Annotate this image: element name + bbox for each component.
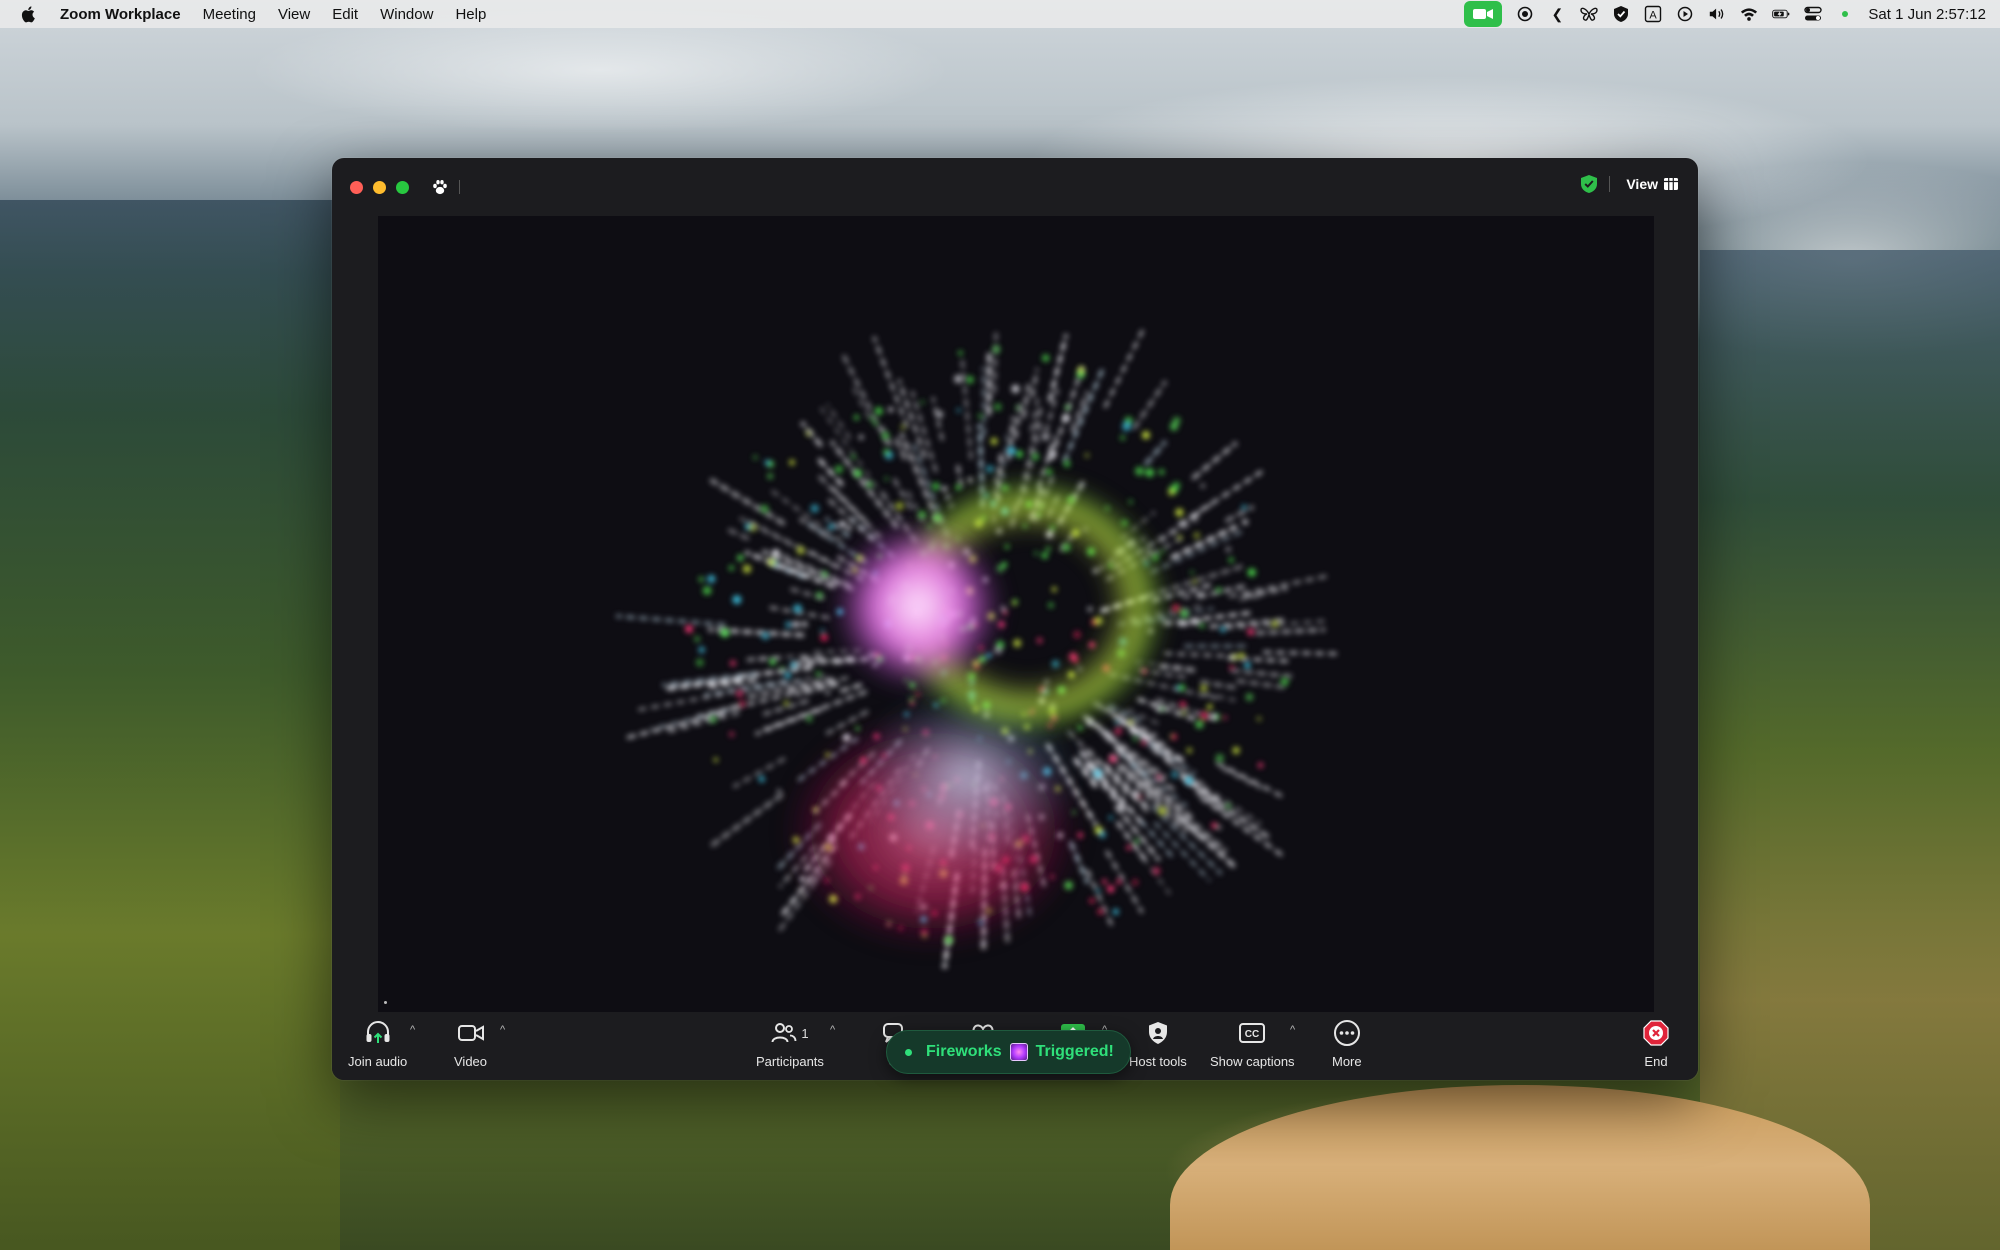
- minimize-window-button[interactable]: [373, 180, 386, 194]
- participants-button[interactable]: 1 Participants: [756, 1018, 824, 1069]
- app-name-menu[interactable]: Zoom Workplace: [60, 6, 181, 23]
- end-meeting-icon: [1642, 1018, 1670, 1048]
- video-label: Video: [454, 1054, 488, 1069]
- shield-check-menubar-icon[interactable]: [1612, 5, 1630, 23]
- video-camera-icon: [457, 1018, 485, 1048]
- maximize-window-button[interactable]: [396, 180, 409, 194]
- audio-options-caret-icon[interactable]: ^: [410, 1024, 415, 1036]
- grid-view-icon: [1664, 178, 1678, 190]
- fireworks-triggered-toast: Fireworks Triggered!: [886, 1030, 1131, 1074]
- join-audio-label: Join audio: [348, 1054, 408, 1069]
- zoom-meeting-window: View Join audio ^ Video ^ 1 Participants…: [332, 158, 1698, 1080]
- participants-count: 1: [801, 1025, 809, 1041]
- end-meeting-button[interactable]: End: [1642, 1018, 1670, 1069]
- encryption-shield-icon[interactable]: [1579, 174, 1599, 194]
- title-separator: [459, 180, 460, 194]
- participants-options-caret-icon[interactable]: ^: [830, 1024, 835, 1036]
- apple-menu-icon[interactable]: [20, 5, 38, 23]
- paw-icon[interactable]: [431, 178, 449, 196]
- view-button[interactable]: View: [1620, 172, 1684, 196]
- menu-view[interactable]: View: [278, 6, 310, 23]
- menu-window[interactable]: Window: [380, 6, 433, 23]
- title-bar-right: View: [1579, 172, 1684, 196]
- host-tools-shield-icon: [1147, 1018, 1169, 1048]
- join-audio-button[interactable]: Join audio: [348, 1018, 407, 1069]
- participants-icon: 1: [771, 1018, 809, 1048]
- closed-captions-icon: CC: [1238, 1018, 1266, 1048]
- menu-bar-extras: ❮ A Sat 1 Jun 2:57:12: [1464, 0, 1986, 28]
- chevron-left-icon[interactable]: ❮: [1548, 5, 1566, 23]
- zoom-meeting-status-icon[interactable]: [1464, 1, 1503, 27]
- window-title-bar: View: [332, 158, 1698, 216]
- menu-bar: Zoom Workplace Meeting View Edit Window …: [0, 0, 2000, 28]
- input-source-icon[interactable]: A: [1644, 5, 1662, 23]
- menu-bar-clock[interactable]: Sat 1 Jun 2:57:12: [1868, 6, 1986, 23]
- toast-text-after: Triggered!: [1035, 1043, 1114, 1060]
- view-button-label: View: [1626, 176, 1658, 192]
- video-stage[interactable]: [378, 216, 1654, 1012]
- menu-help[interactable]: Help: [455, 6, 486, 23]
- video-options-caret-icon[interactable]: ^: [500, 1024, 505, 1036]
- show-captions-button[interactable]: CC Show captions: [1210, 1018, 1295, 1069]
- menu-edit[interactable]: Edit: [332, 6, 358, 23]
- toast-status-dot: [905, 1048, 912, 1056]
- toast-text-before: Fireworks: [926, 1043, 1002, 1060]
- control-center-icon[interactable]: [1804, 5, 1823, 23]
- participants-label: Participants: [756, 1054, 824, 1069]
- green-dot-indicator-icon: [1836, 5, 1854, 23]
- play-circle-icon[interactable]: [1676, 5, 1694, 23]
- end-label: End: [1644, 1054, 1668, 1069]
- svg-text:A: A: [1650, 10, 1658, 22]
- wallpaper-hills-right: [1700, 250, 2000, 1250]
- more-ellipsis-icon: [1333, 1018, 1361, 1048]
- more-label: More: [1332, 1054, 1362, 1069]
- captions-options-caret-icon[interactable]: ^: [1290, 1024, 1295, 1036]
- svg-text:CC: CC: [1245, 1029, 1259, 1040]
- volume-icon[interactable]: [1708, 5, 1726, 23]
- battery-icon[interactable]: [1772, 5, 1790, 23]
- headphones-icon: [364, 1018, 392, 1048]
- fireworks-emoji-icon: [1009, 1043, 1028, 1061]
- screen-record-icon[interactable]: [1516, 5, 1534, 23]
- host-tools-button[interactable]: Host tools: [1129, 1018, 1187, 1069]
- butterfly-icon[interactable]: [1580, 5, 1599, 23]
- video-button[interactable]: Video: [454, 1018, 487, 1069]
- more-button[interactable]: More: [1332, 1018, 1362, 1069]
- close-window-button[interactable]: [350, 180, 363, 194]
- wifi-icon[interactable]: [1740, 5, 1758, 23]
- fireworks-reaction-animation: [616, 325, 1342, 969]
- wallpaper-hills-left: [0, 200, 340, 1250]
- show-captions-label: Show captions: [1210, 1054, 1295, 1069]
- title-divider: [1609, 176, 1611, 192]
- menu-meeting[interactable]: Meeting: [203, 6, 256, 23]
- self-view-indicator: [384, 1001, 387, 1004]
- host-tools-label: Host tools: [1129, 1054, 1187, 1069]
